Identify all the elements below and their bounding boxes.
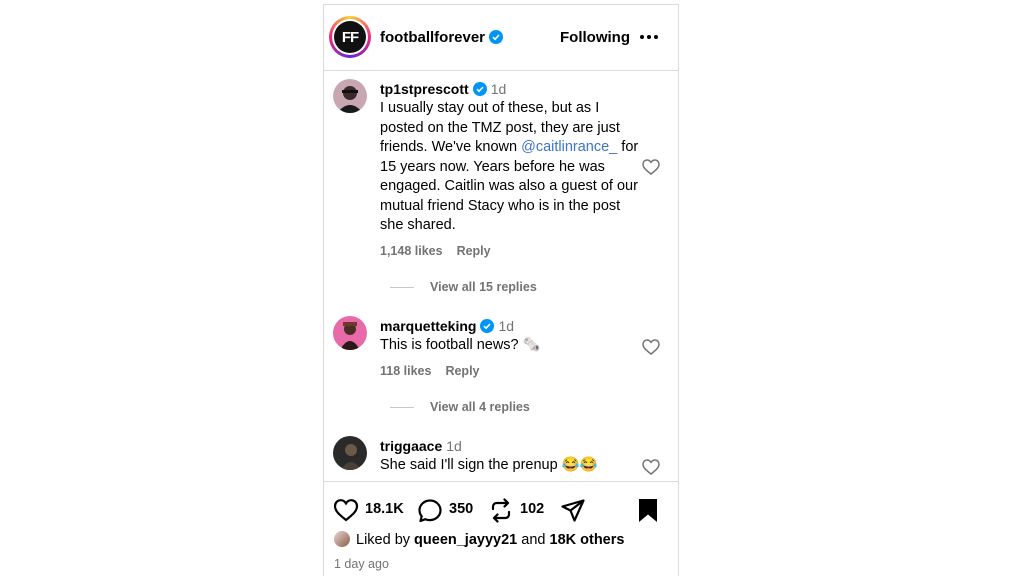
- share-send-icon[interactable]: [560, 498, 586, 523]
- divider: [390, 407, 414, 409]
- post-panel: FF footballforever Following tp1stpresco…: [323, 4, 679, 576]
- avatar-image: [333, 436, 367, 470]
- more-horizontal-icon[interactable]: [638, 27, 660, 47]
- comment-count[interactable]: 350: [449, 501, 473, 517]
- liked-by-line: Liked by queen_jayyy21 and 18K others: [334, 531, 624, 548]
- account-name[interactable]: footballforever: [380, 29, 504, 46]
- divider: [390, 287, 414, 289]
- verified-badge-icon: [480, 319, 495, 333]
- comment-likes[interactable]: 118 likes: [380, 364, 431, 378]
- reply-button[interactable]: Reply: [445, 364, 479, 378]
- avatar-image: [333, 79, 367, 113]
- comment-likes[interactable]: 1,148 likes: [380, 244, 443, 258]
- liker-username[interactable]: queen_jayyy21: [414, 532, 517, 548]
- like-heart-icon[interactable]: [333, 498, 359, 522]
- comment-like-heart-icon[interactable]: [642, 459, 660, 475]
- comment-username[interactable]: marquetteking: [380, 318, 476, 334]
- account-avatar[interactable]: FF: [329, 16, 371, 58]
- avatar[interactable]: [333, 436, 367, 470]
- comment-like-heart-icon[interactable]: [642, 159, 660, 175]
- action-bar: 18.1K 350 102: [324, 481, 678, 523]
- like-count[interactable]: 18.1K: [365, 501, 404, 517]
- reply-button[interactable]: Reply: [457, 244, 491, 258]
- comment-text: I usually stay out of these, but as I po…: [380, 100, 639, 233]
- avatar-image: [333, 316, 367, 350]
- view-replies-button[interactable]: View all 15 replies: [390, 280, 537, 294]
- post-header: FF footballforever Following: [324, 5, 678, 71]
- following-button[interactable]: Following: [560, 29, 630, 46]
- verified-badge-icon: [472, 82, 487, 96]
- repost-count[interactable]: 102: [520, 501, 544, 517]
- liked-by-others-link[interactable]: 18K others: [550, 532, 625, 548]
- view-replies-button[interactable]: View all 4 replies: [390, 400, 530, 414]
- comment-time: 1d: [498, 318, 515, 334]
- save-bookmark-icon[interactable]: [637, 498, 659, 523]
- mention-link[interactable]: @caitlinrance_: [521, 139, 617, 155]
- verified-badge-icon: [489, 30, 504, 44]
- logo-text: FF: [334, 21, 366, 53]
- post-timestamp: 1 day ago: [334, 557, 389, 571]
- comment-text: She said I'll sign the prenup 😂😂: [380, 457, 598, 473]
- comment-username[interactable]: tp1stprescott: [380, 81, 469, 97]
- avatar[interactable]: [333, 316, 367, 350]
- comment-bubble-icon[interactable]: [417, 498, 443, 523]
- avatar[interactable]: [333, 79, 367, 113]
- repost-icon[interactable]: [488, 498, 514, 523]
- liker-avatar[interactable]: [334, 531, 350, 547]
- comment-username[interactable]: triggaace: [380, 438, 442, 454]
- comment-time: 1d: [446, 438, 462, 454]
- comment-like-heart-icon[interactable]: [642, 339, 660, 355]
- comment-text: This is football news? 🗞️: [380, 337, 541, 353]
- comment-time: 1d: [490, 81, 507, 97]
